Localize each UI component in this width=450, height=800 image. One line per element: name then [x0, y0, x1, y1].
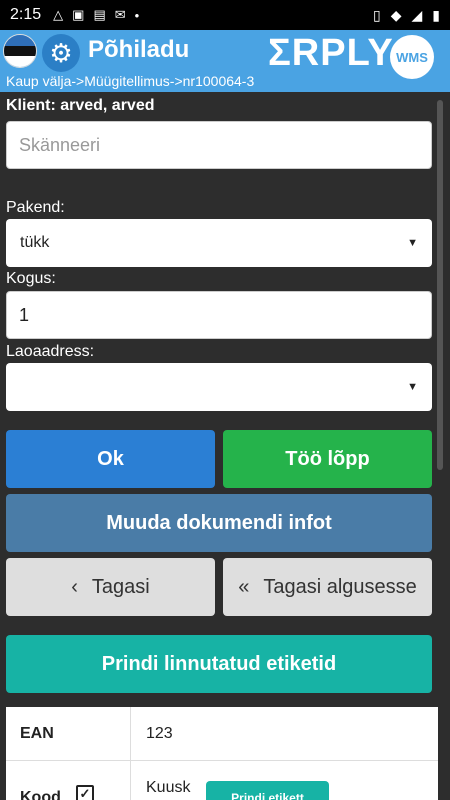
- table-key-label: Kood: [20, 789, 61, 800]
- back-button[interactable]: ‹ Tagasi: [6, 558, 215, 616]
- dot-icon: •: [134, 7, 140, 23]
- alert-triangle-icon: △: [53, 7, 64, 22]
- checkbox[interactable]: ✓: [76, 785, 94, 800]
- news-icon: ▤: [93, 7, 106, 22]
- wms-badge: WMS: [390, 35, 434, 79]
- chevron-left-icon: ‹: [71, 575, 78, 598]
- table-row: Kood ✓ Kuusk Prindi etikett: [6, 761, 438, 800]
- print-checked-labels-button[interactable]: Prindi linnutatud etiketid: [6, 635, 432, 693]
- location-select[interactable]: ▼: [6, 363, 432, 411]
- clock: 2:15: [10, 6, 42, 23]
- back-to-start-label: Tagasi algusesse: [263, 575, 417, 598]
- location-label: Laoaadress:: [6, 343, 95, 360]
- dropdown-caret-icon: ▼: [407, 237, 418, 249]
- table-value: 123: [146, 725, 173, 742]
- table-key: EAN: [6, 707, 131, 760]
- table-value: Kuusk: [146, 779, 191, 796]
- back-to-start-button[interactable]: « Tagasi algusesse: [223, 558, 432, 616]
- double-chevron-left-icon: «: [238, 575, 250, 598]
- signal-icon: ◢: [411, 6, 423, 23]
- app-bar: ⚙ Põhiladu ΣRPLY WMS Kaup välja->Müügite…: [0, 30, 450, 92]
- wifi-icon: ◆: [390, 6, 402, 23]
- gmail-icon: ✉: [114, 7, 126, 22]
- table-row: EAN 123: [6, 707, 438, 761]
- package-select[interactable]: tükk ▼: [6, 219, 432, 267]
- quantity-label: Kogus:: [6, 270, 56, 287]
- scan-input[interactable]: [6, 121, 432, 169]
- status-bar: 2:15 △ ▣ ▤ ✉ • ▯ ◆ ◢ ▮: [0, 0, 450, 30]
- table-key: Kood ✓: [6, 761, 131, 800]
- breadcrumb: Kaup välja->Müügitellimus->nr100064-3: [6, 73, 255, 89]
- language-flag-icon[interactable]: [3, 34, 37, 68]
- battery-icon: ▮: [432, 6, 440, 23]
- page-title: Põhiladu: [88, 36, 190, 63]
- back-button-label: Tagasi: [91, 575, 150, 598]
- dropdown-caret-icon: ▼: [407, 381, 418, 393]
- package-select-value: tükk: [20, 234, 50, 251]
- edit-document-info-button[interactable]: Muuda dokumendi infot: [6, 494, 432, 552]
- vibrate-icon: ▯: [373, 6, 381, 23]
- package-label: Pakend:: [6, 199, 65, 216]
- image-icon: ▣: [72, 7, 85, 22]
- client-label: Klient: arved, arved: [6, 97, 155, 114]
- scrollbar[interactable]: [437, 100, 443, 470]
- ok-button[interactable]: Ok: [6, 430, 215, 488]
- gear-icon[interactable]: ⚙: [42, 34, 80, 72]
- erply-logo: ΣRPLY: [268, 32, 394, 74]
- print-label-button[interactable]: Prindi etikett: [206, 781, 329, 800]
- product-table: EAN 123 Kood ✓ Kuusk Prindi etikett: [6, 707, 438, 800]
- finish-work-button[interactable]: Töö lõpp: [223, 430, 432, 488]
- quantity-input[interactable]: [6, 291, 432, 339]
